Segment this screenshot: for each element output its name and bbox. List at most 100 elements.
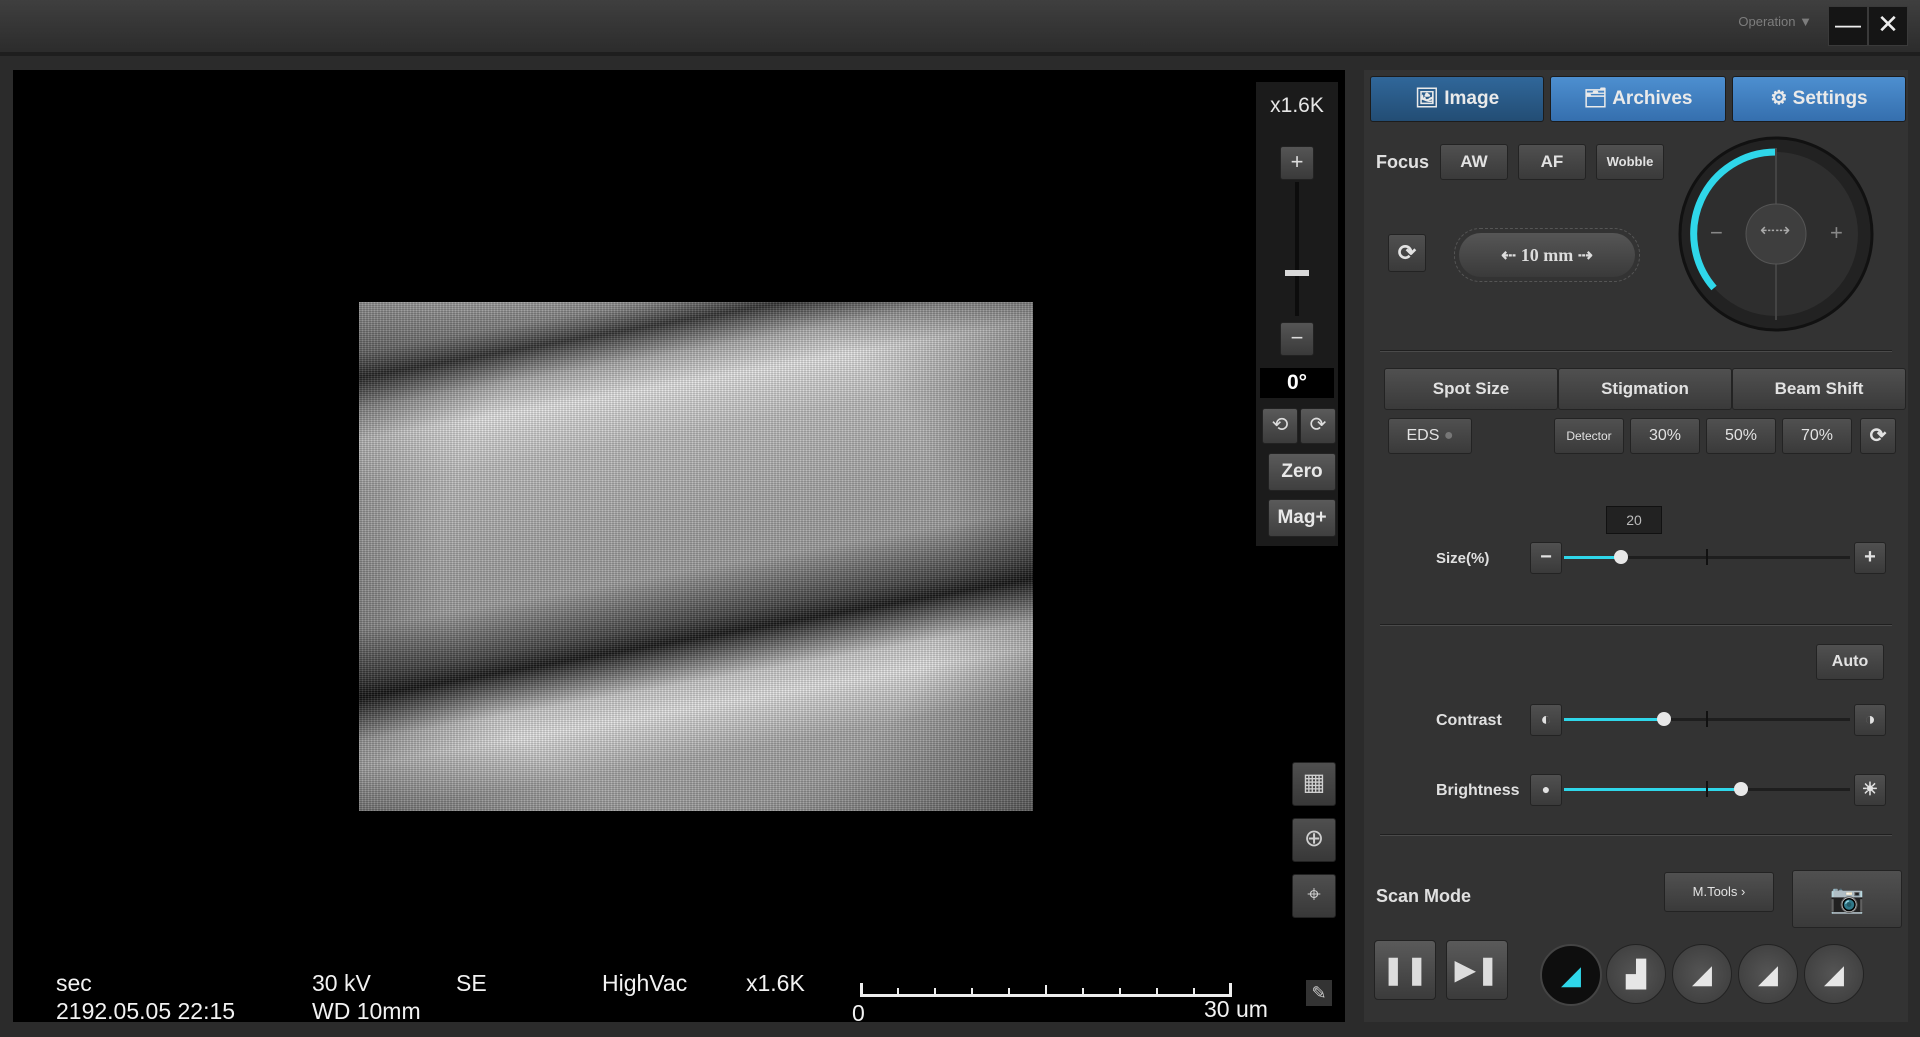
scale-tick [971,988,973,994]
scan-speed-4-icon[interactable]: ◢ [1738,944,1798,1004]
pause-icon[interactable]: ❚❚ [1374,940,1436,1000]
tab-spot-size[interactable]: Spot Size [1384,368,1558,410]
scale-tick [1045,985,1047,994]
scale-tick [1193,988,1195,994]
tab-settings[interactable]: ⚙ Settings [1732,76,1906,122]
magnification-status: x1.6K [746,970,805,996]
auto-button[interactable]: Auto [1816,644,1884,680]
contrast-label: Contrast [1436,712,1502,729]
tab-stigmation[interactable]: Stigmation [1558,368,1732,410]
dial-minus-label: − [1710,220,1723,245]
contrast-slider[interactable] [1564,711,1850,727]
scale-tick [1008,988,1010,994]
zoom-out-button[interactable]: − [1280,322,1314,356]
zoom-in-button[interactable]: + [1280,146,1314,180]
image-noise-texture [359,302,1033,811]
operation-menu[interactable]: Operation ▼ [1738,14,1812,29]
size-decrease-button[interactable]: − [1530,542,1562,574]
preset-70-button[interactable]: 70% [1782,418,1852,454]
camera-icon[interactable]: 📷 [1792,870,1902,928]
rotate-ccw-icon[interactable]: ⟲ [1262,408,1298,444]
zoom-panel: x1.6K + − 0° ⟲ ⟳ Zero Mag+ [1256,82,1338,546]
brightness-slider[interactable] [1564,781,1850,797]
dial-plus-label: + [1830,220,1843,245]
scale-bar [860,982,1232,997]
scale-start-label: 0 [852,1000,865,1026]
voltage-label: 30 kV [312,970,371,996]
caret-down-icon: ▼ [1799,14,1812,29]
scale-tick [1156,988,1158,994]
zoom-slider-thumb[interactable] [1285,270,1309,276]
scan-speed-1-icon[interactable]: ◢ [1540,944,1602,1006]
scan-mode-label: Scan Mode [1376,886,1472,906]
size-slider[interactable] [1564,549,1850,565]
contrast-high-icon[interactable]: ◑ [1854,704,1886,736]
zoom-slider-track[interactable] [1295,182,1299,316]
crosshair-icon[interactable]: ⊕ [1292,818,1336,862]
brightness-slider-fill [1564,788,1742,791]
tab-settings-label: Settings [1792,88,1868,109]
contrast-low-icon[interactable]: ◐ [1530,704,1562,736]
focus-label: Focus [1376,152,1430,172]
brightness-label: Brightness [1436,782,1520,799]
size-label: Size(%) [1436,550,1490,567]
control-panel: 🖼 Image 🗂 Archives ⚙ Settings Focus AW A… [1364,70,1908,1022]
scale-tick [934,988,936,994]
tab-archives-label: Archives [1612,88,1693,109]
eds-label: EDS [1406,427,1440,444]
slider-midmark [1706,781,1708,797]
rotate-cw-icon[interactable]: ⟳ [1300,408,1336,444]
preset-50-button[interactable]: 50% [1706,418,1776,454]
scan-speed-3-icon[interactable]: ◢ [1672,944,1732,1004]
brightness-slider-knob[interactable] [1734,782,1749,796]
wobble-button[interactable]: Wobble [1596,144,1664,180]
tab-image[interactable]: 🖼 Image [1370,76,1544,122]
reset-icon[interactable]: ⟳ [1860,418,1896,454]
tab-image-label: Image [1444,88,1500,109]
minimize-button[interactable]: — [1828,6,1868,46]
size-slider-fill [1564,556,1622,559]
archives-icon: 🗂 [1583,88,1613,109]
detector-button[interactable]: Detector [1554,418,1624,454]
eds-button[interactable]: EDS ● [1388,418,1472,454]
mtools-button[interactable]: M.Tools › [1664,872,1774,912]
size-slider-knob[interactable] [1614,550,1629,564]
focus-distance-control[interactable]: ⇠ 10 mm ⇢ [1454,228,1640,282]
scale-tick [897,988,899,994]
chevron-right-icon: › [1737,884,1746,899]
close-button[interactable]: ✕ [1868,6,1908,46]
zero-button[interactable]: Zero [1268,453,1336,491]
grid-icon[interactable]: ▦ [1292,762,1336,806]
image-viewer[interactable] [13,70,1345,1022]
tab-beam-shift[interactable]: Beam Shift [1732,368,1906,410]
tab-archives[interactable]: 🗂 Archives [1550,76,1726,122]
target-icon[interactable]: ⌖ [1292,874,1336,918]
slider-midmark [1706,549,1708,565]
contrast-slider-knob[interactable] [1657,712,1672,726]
contrast-slider-fill [1564,718,1665,721]
size-value-tooltip: 20 [1606,506,1662,534]
brightness-high-icon[interactable]: ☀ [1854,774,1886,806]
mtools-label: M.Tools [1692,884,1738,899]
scan-speed-label: sec [56,970,92,996]
scale-tick [1082,988,1084,994]
mag-plus-button[interactable]: Mag+ [1268,499,1336,537]
aw-button[interactable]: AW [1440,144,1508,180]
step-forward-icon[interactable]: ▶❚ [1446,940,1508,1000]
focus-distance-value: 10 mm [1520,245,1574,265]
title-bar: Operation ▼ — ✕ [0,0,1920,56]
scale-end-label: 30 um [1204,996,1268,1022]
refresh-icon[interactable]: ⟳ [1388,234,1426,272]
size-increase-button[interactable]: + [1854,542,1886,574]
brightness-low-icon[interactable]: ● [1530,774,1562,806]
divider [1380,834,1892,836]
preset-30-button[interactable]: 30% [1630,418,1700,454]
pencil-icon[interactable]: ✎ [1306,980,1332,1006]
af-button[interactable]: AF [1518,144,1586,180]
divider [1380,350,1892,352]
operation-label: Operation [1738,14,1796,29]
arrow-right-icon: ⇢ [1577,245,1593,265]
scan-speed-5-icon[interactable]: ◢ [1804,944,1864,1004]
scan-speed-2-icon[interactable]: ▟ [1606,944,1666,1004]
vacuum-label: HighVac [602,970,688,996]
